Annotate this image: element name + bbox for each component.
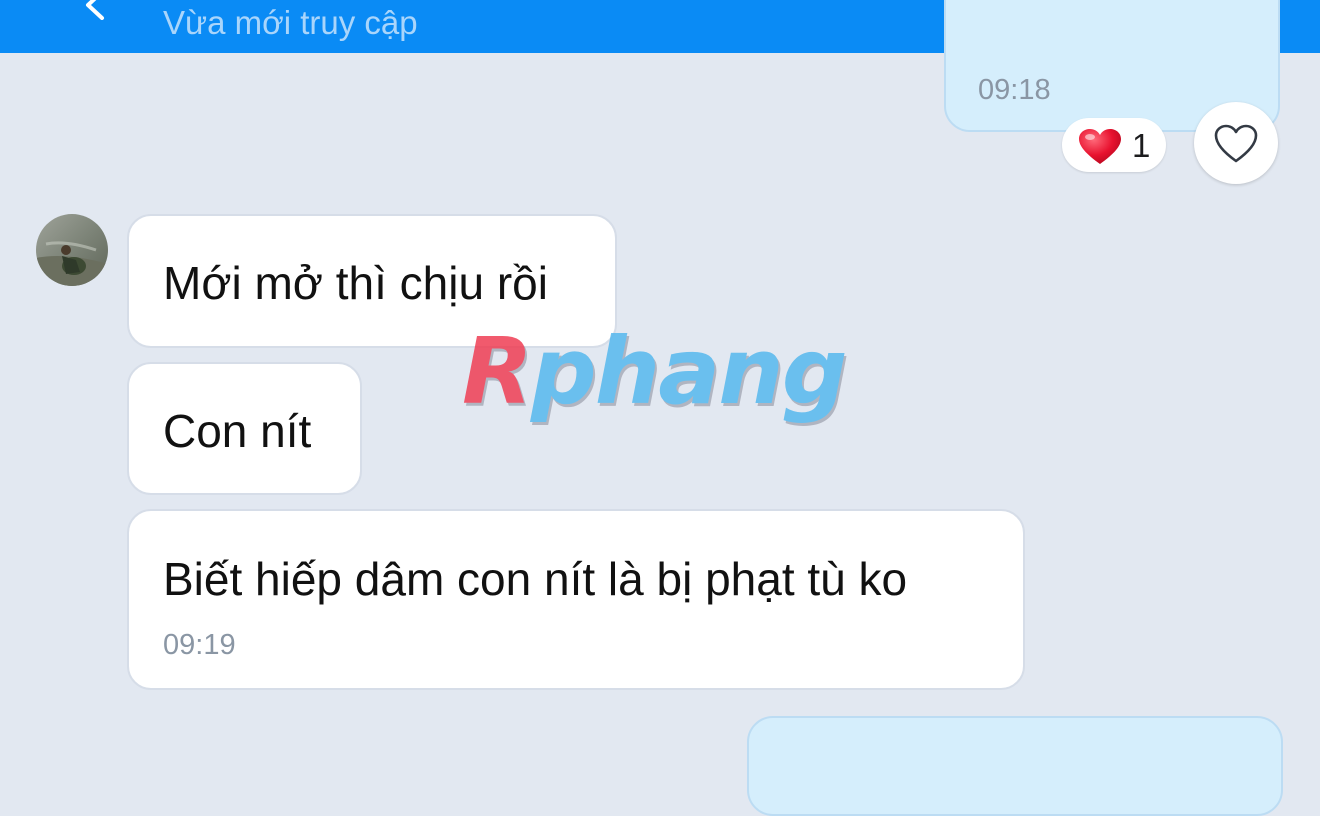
- message-text: Con nít: [163, 405, 312, 457]
- reaction-count: 1: [1132, 127, 1151, 164]
- avatar[interactable]: [36, 214, 108, 286]
- incoming-message-bubble[interactable]: Biết hiếp dâm con nít là bị phạt tù ko 0…: [127, 509, 1025, 690]
- incoming-message-bubble[interactable]: Con nít: [127, 362, 362, 495]
- watermark-first-letter: R: [462, 318, 533, 425]
- heart-outline-icon: [1214, 124, 1258, 163]
- back-icon[interactable]: [78, 0, 108, 20]
- watermark-logo: Rphang: [462, 318, 848, 425]
- contact-status: Vừa mới truy cập: [163, 4, 418, 41]
- reaction-summary[interactable]: 1: [1062, 118, 1166, 172]
- watermark-text: phang: [530, 318, 848, 425]
- outgoing-message-bubble[interactable]: [747, 716, 1283, 816]
- message-timestamp: 09:18: [978, 74, 1051, 106]
- message-text: Mới mở thì chịu rồi: [163, 257, 548, 309]
- add-reaction-button[interactable]: [1194, 102, 1278, 184]
- message-text: Biết hiếp dâm con nít là bị phạt tù ko: [163, 553, 908, 605]
- heart-icon: [1079, 129, 1121, 164]
- message-timestamp: 09:19: [163, 629, 236, 661]
- avatar-image: [36, 214, 108, 286]
